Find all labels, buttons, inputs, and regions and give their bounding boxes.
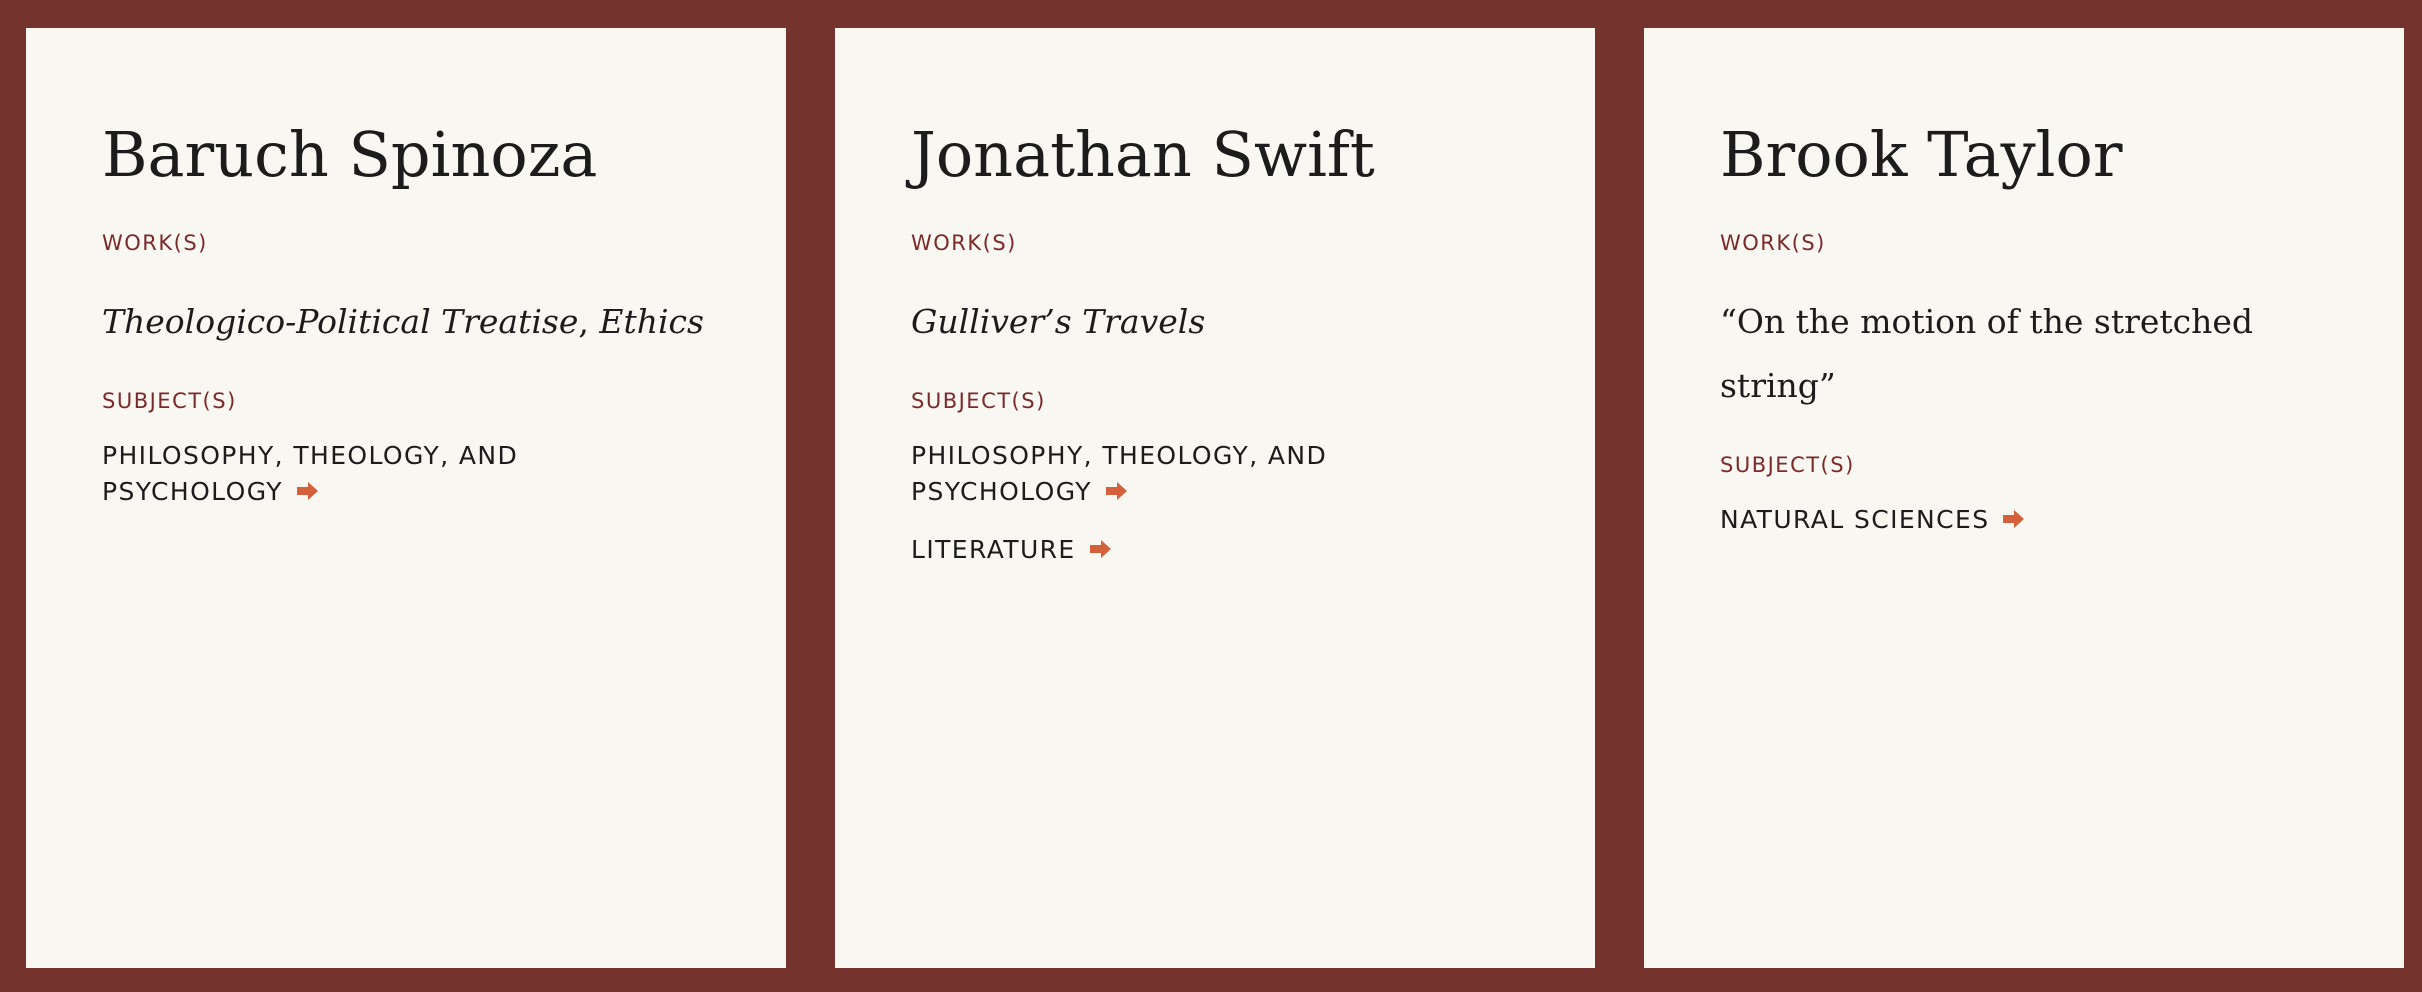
- subject-label: NATURAL SCIENCES: [1720, 505, 1990, 534]
- work-title: Gulliver’s Travels: [911, 302, 1206, 341]
- work-title: Theologico-Political Treatise: [102, 302, 579, 341]
- subject-link[interactable]: NATURAL SCIENCES: [1720, 502, 2150, 538]
- person-name: Brook Taylor: [1720, 118, 2123, 191]
- subjects-label: SUBJECT(S): [1720, 453, 1855, 477]
- person-name: Jonathan Swift: [911, 118, 1375, 191]
- person-card: Baruch Spinoza WORK(S) Theologico-Politi…: [26, 28, 786, 968]
- subjects-list: PHILOSOPHY, THEOLOGY, AND PSYCHOLOGY: [102, 438, 786, 510]
- arrow-right-icon: [1105, 482, 1127, 500]
- subjects-label: SUBJECT(S): [911, 389, 1046, 413]
- subjects-label: SUBJECT(S): [102, 389, 237, 413]
- subject-link[interactable]: PHILOSOPHY, THEOLOGY, AND PSYCHOLOGY: [102, 438, 532, 510]
- works-list: Gulliver’s Travels: [911, 290, 1595, 354]
- works-list: “On the motion of the stretched string”: [1720, 290, 2404, 418]
- subject-link[interactable]: LITERATURE: [911, 532, 1341, 568]
- works-label: WORK(S): [911, 231, 1017, 255]
- subject-label: LITERATURE: [911, 535, 1076, 564]
- arrow-right-icon: [296, 482, 318, 500]
- works-list: Theologico-Political Treatise, Ethics: [102, 290, 786, 354]
- work-separator: “On the motion of the stretched string”: [1720, 302, 2254, 405]
- person-card: Brook Taylor WORK(S) “On the motion of t…: [1644, 28, 2404, 968]
- arrow-right-icon: [2003, 510, 2025, 528]
- subject-link[interactable]: PHILOSOPHY, THEOLOGY, AND PSYCHOLOGY: [911, 438, 1341, 510]
- works-label: WORK(S): [102, 231, 208, 255]
- work-title: Ethics: [599, 302, 704, 341]
- person-name: Baruch Spinoza: [102, 118, 598, 191]
- work-separator: ,: [578, 302, 600, 341]
- person-card: Jonathan Swift WORK(S) Gulliver’s Travel…: [835, 28, 1595, 968]
- works-label: WORK(S): [1720, 231, 1826, 255]
- subjects-list: PHILOSOPHY, THEOLOGY, AND PSYCHOLOGY LITE…: [911, 438, 1595, 568]
- arrow-right-icon: [1089, 540, 1111, 558]
- subjects-list: NATURAL SCIENCES: [1720, 502, 2404, 538]
